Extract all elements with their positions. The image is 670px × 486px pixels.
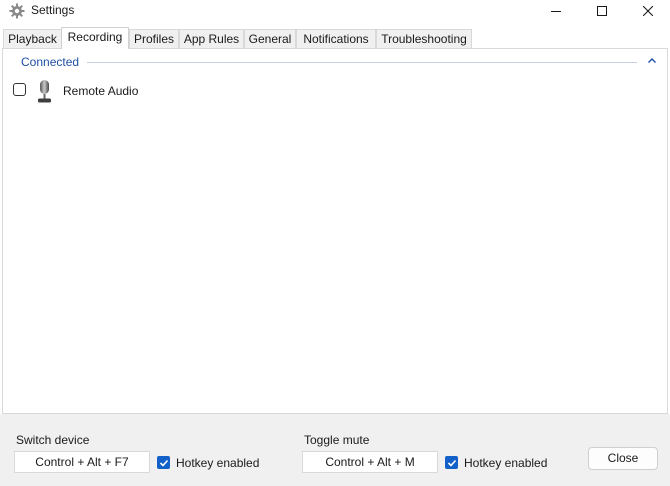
toggle-mute-title: Toggle mute: [304, 433, 370, 447]
switch-device-hotkey-checkbox[interactable]: [157, 456, 170, 469]
minimize-icon: [551, 11, 561, 12]
tab-notifications[interactable]: Notifications: [296, 29, 376, 49]
group-divider: [87, 62, 637, 63]
chevron-up-icon[interactable]: [645, 54, 659, 68]
tab-general[interactable]: General: [244, 29, 296, 49]
toggle-mute-hotkey-checkbox[interactable]: [445, 456, 458, 469]
close-icon: [643, 6, 653, 16]
tab-app-rules[interactable]: App Rules: [179, 29, 244, 49]
device-row[interactable]: Remote Audio: [11, 79, 311, 103]
toggle-mute-hotkey-label: Hotkey enabled: [464, 456, 548, 470]
window-title: Settings: [31, 3, 75, 17]
gear-icon: [9, 3, 25, 19]
device-checkbox[interactable]: [13, 83, 26, 96]
switch-device-title: Switch device: [16, 433, 90, 447]
maximize-button[interactable]: [579, 0, 625, 22]
toggle-mute-hotkey-field[interactable]: Control + Alt + M: [302, 451, 438, 473]
checkmark-icon: [447, 459, 456, 467]
tab-profiles[interactable]: Profiles: [129, 29, 179, 49]
recording-panel: Connected Remote Audio: [2, 48, 668, 414]
tab-troubleshooting[interactable]: Troubleshooting: [376, 29, 472, 49]
hotkey-bar: Switch device Control + Alt + F7 Hotkey …: [0, 414, 670, 486]
maximize-icon: [597, 6, 607, 16]
tab-strip: Playback Recording Profiles App Rules Ge…: [0, 27, 670, 49]
title-bar: Settings: [0, 0, 670, 22]
switch-device-hotkey-label: Hotkey enabled: [176, 456, 260, 470]
close-window-button[interactable]: [625, 0, 670, 22]
microphone-icon: [35, 79, 55, 104]
checkmark-icon: [159, 459, 168, 467]
close-button[interactable]: Close: [588, 447, 658, 470]
tab-recording[interactable]: Recording: [61, 27, 129, 49]
group-label-connected: Connected: [21, 55, 80, 69]
minimize-button[interactable]: [533, 0, 579, 22]
device-name: Remote Audio: [63, 84, 139, 98]
tab-playback[interactable]: Playback: [3, 29, 62, 49]
switch-device-hotkey-field[interactable]: Control + Alt + F7: [14, 451, 150, 473]
settings-window: Settings Playback Recording Profiles App…: [0, 0, 670, 486]
